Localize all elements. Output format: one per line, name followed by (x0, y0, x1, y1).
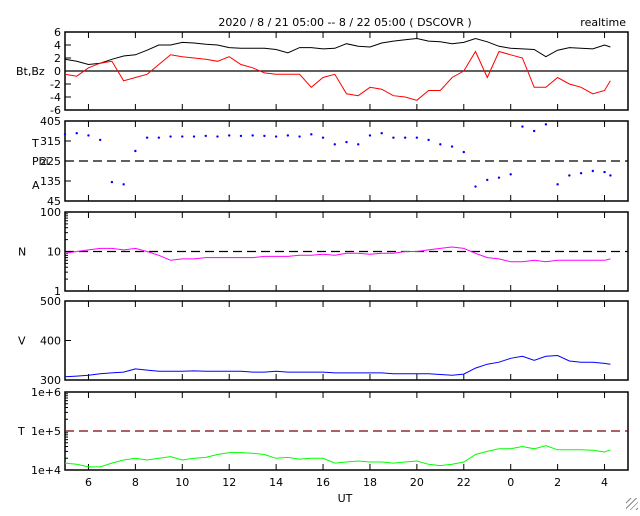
data-point-phi (532, 129, 536, 133)
y-tick-label: 1e+6 (31, 386, 61, 399)
panel-frame-3 (64, 300, 629, 381)
y-axis-label: Phi (32, 155, 49, 168)
data-point-phi (450, 145, 454, 148)
data-point-phi (439, 143, 442, 146)
data-point-phi (216, 135, 219, 138)
data-point-phi (462, 150, 465, 154)
x-tick-label: 16 (316, 476, 330, 489)
y-axis-label: A (32, 179, 40, 192)
y-tick-label: -2 (50, 78, 61, 91)
x-tick-label: 12 (222, 476, 236, 489)
y-tick-label: 10 (47, 246, 61, 259)
series-line-n (64, 246, 611, 263)
chart-title: 2020 / 8 / 21 05:00 -- 8 / 22 05:00 ( DS… (218, 16, 471, 29)
data-point-phi (286, 134, 290, 137)
data-point-phi (263, 134, 266, 138)
data-point-phi (274, 135, 278, 138)
data-point-phi (239, 134, 243, 138)
x-tick-label: 6 (85, 476, 92, 489)
y-axis-label: N (18, 246, 26, 259)
series-line-bz (64, 50, 611, 101)
data-point-phi (251, 134, 254, 137)
y-axis-label: Bt,Bz (16, 65, 45, 78)
data-point-phi (310, 133, 313, 136)
solar-wind-chart: 2020 / 8 / 21 05:00 -- 8 / 22 05:00 ( DS… (16, 16, 629, 505)
y-tick-label: 1e+5 (31, 425, 61, 438)
data-point-phi (368, 134, 372, 137)
data-point-phi (509, 173, 512, 176)
x-axis-label: UT (338, 492, 353, 505)
data-point-phi (87, 134, 90, 137)
data-point-phi (321, 136, 325, 139)
data-point-phi (192, 135, 196, 138)
x-tick-label: 22 (457, 476, 471, 489)
data-point-phi (228, 134, 231, 137)
data-point-phi (357, 143, 360, 146)
data-point-phi (134, 149, 137, 153)
x-tick-label: 8 (132, 476, 139, 489)
x-tick-label: 10 (175, 476, 189, 489)
y-tick-label: 400 (40, 335, 61, 348)
y-tick-label: 405 (40, 115, 61, 128)
data-point-phi (609, 174, 612, 177)
data-point-phi (345, 140, 348, 144)
x-tick-label: 2 (554, 476, 561, 489)
y-tick-label: 315 (40, 135, 61, 148)
y-tick-label: 4 (54, 39, 61, 52)
data-point-phi (603, 170, 606, 174)
y-tick-label: 100 (40, 206, 61, 219)
data-point-phi (204, 134, 207, 138)
x-tick-label: 0 (507, 476, 514, 489)
y-tick-label: 1e+4 (31, 464, 61, 477)
realtime-label: realtime (580, 16, 626, 29)
data-point-phi (403, 136, 407, 139)
data-point-phi (392, 136, 395, 139)
y-tick-label: 2 (54, 52, 61, 65)
data-point-phi (415, 136, 419, 139)
data-point-phi (380, 132, 383, 135)
data-point-phi (579, 172, 583, 175)
series-line-bt (64, 37, 611, 66)
y-axis-label: T (17, 425, 25, 438)
data-point-phi (544, 123, 548, 126)
data-point-phi (591, 169, 595, 173)
y-tick-label: 135 (40, 175, 61, 188)
resize-grip[interactable] (626, 498, 638, 510)
data-point-phi (497, 176, 501, 179)
data-point-phi (568, 174, 571, 177)
y-tick-label: 6 (54, 26, 61, 39)
data-point-phi (474, 185, 477, 188)
data-point-phi (110, 180, 114, 184)
data-point-phi (145, 136, 149, 139)
x-tick-label: 18 (363, 476, 377, 489)
data-point-phi (169, 135, 172, 138)
data-point-phi (63, 133, 67, 136)
series-line-v (64, 354, 611, 378)
y-tick-label: 500 (40, 295, 61, 308)
series-line-temperature (64, 445, 611, 468)
data-point-phi (75, 132, 78, 135)
y-tick-label: -4 (50, 91, 61, 104)
data-point-phi (486, 178, 489, 182)
x-tick-label: 4 (601, 476, 608, 489)
data-point-phi (157, 136, 161, 139)
y-axis-label: V (18, 335, 26, 348)
data-point-phi (98, 138, 102, 142)
x-tick-label: 14 (269, 476, 283, 489)
data-point-phi (556, 183, 559, 186)
x-tick-label: 20 (410, 476, 424, 489)
y-axis-label: T (31, 137, 39, 150)
data-point-phi (298, 135, 301, 138)
data-point-phi (521, 125, 524, 128)
data-point-phi (122, 183, 125, 186)
data-point-phi (427, 138, 430, 142)
data-point-phi (181, 135, 184, 138)
data-point-phi (333, 143, 336, 146)
y-tick-label: 0 (54, 65, 61, 78)
